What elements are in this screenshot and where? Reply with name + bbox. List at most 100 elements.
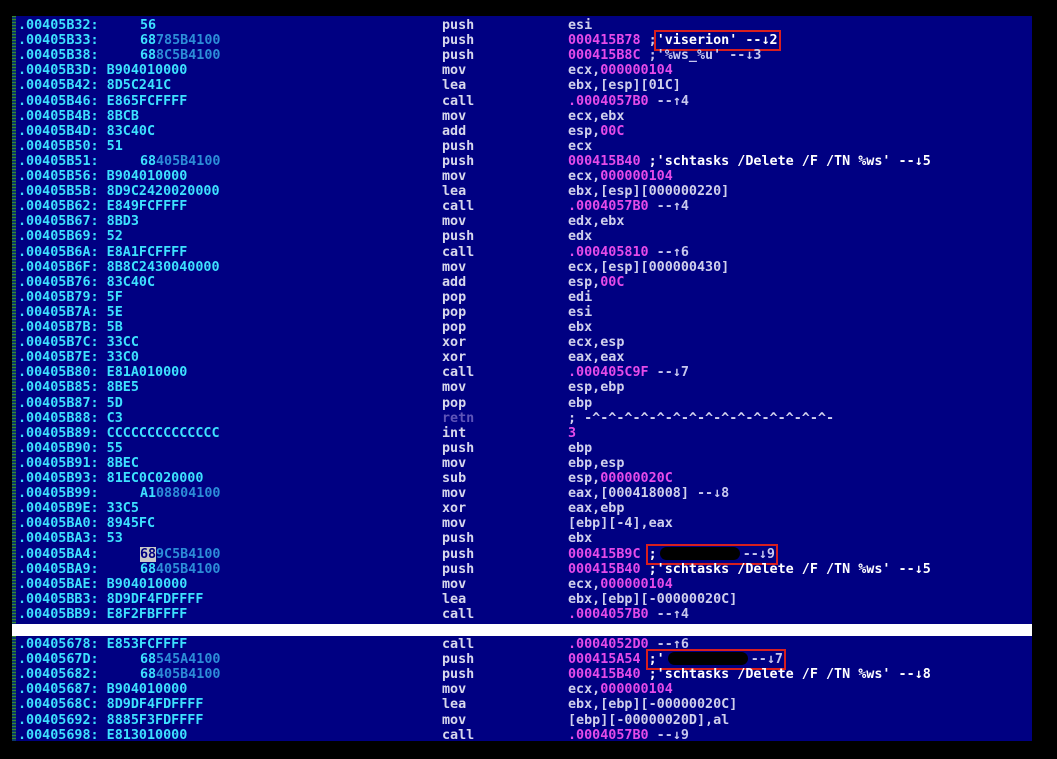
operands: eax,ebp [568, 501, 624, 516]
disasm-row[interactable]: .00405B91: 8BEC mov ebp,esp [12, 456, 1032, 471]
operand-part: 00C [600, 124, 624, 139]
operand-part: edx,ebx [568, 214, 624, 229]
disasm-row[interactable]: .00405B7E: 33C0 xor eax,eax [12, 350, 1032, 365]
disasm-row[interactable]: .00405B50: 51 push ecx [12, 139, 1032, 154]
disasm-row[interactable]: .00405B7C: 33CC xor ecx,esp [12, 335, 1032, 350]
disasm-row[interactable]: .0040568C: 8D9DF4FDFFFF lea ebx,[ebp][-000… [12, 697, 1032, 712]
operand-part: ebx [568, 531, 592, 546]
operand-text: [ebp][-00000020D],al [568, 712, 730, 728]
opcode-byte[interactable]: 68 [140, 546, 157, 562]
disasm-row[interactable]: .00405B7A: 5E pop esi [12, 305, 1032, 320]
disasm-row[interactable]: .00405B38: 68 8C5B4100 push 000415B8C ;'%ws_… [12, 48, 1032, 63]
operands: eax,[000418008] --↓8 [568, 486, 729, 501]
disasm-row[interactable]: .00405BB9: E8F2FBFFFF call .0004057B0 --↑4 [12, 607, 1032, 622]
address-cell: .00405BA4: [18, 546, 99, 562]
address-cell: .00405B93: 81EC0C020000 [18, 471, 204, 486]
disasm-row[interactable]: .00405B56: B904010000 mov ecx,000000104 [12, 169, 1032, 184]
disasm-row[interactable]: .00405B7B: 5B pop ebx [12, 320, 1032, 335]
disasm-row[interactable]: .00405B69: 52 push edx [12, 229, 1032, 244]
operands: 3 [568, 426, 576, 441]
mnemonic: mov [442, 214, 467, 230]
operand-part: .000405C9F [568, 365, 649, 380]
operand-text: ecx, [568, 169, 601, 184]
operand-part: 000415B40 [568, 667, 641, 682]
operand-part: ;'%ws_%u' --↓3 [641, 48, 762, 63]
operands: ebx,[esp][01C] [568, 78, 681, 93]
mnemonic: call [442, 244, 475, 260]
operand-text: ebp [568, 395, 593, 411]
panel-divider[interactable] [12, 624, 1032, 636]
disasm-row[interactable]: .00405B5B: 8D9C2420020000 lea ebx,[esp][00… [12, 184, 1032, 199]
operand-part: eax,ebp [568, 501, 624, 516]
mnemonic: call [442, 93, 475, 109]
mnemonic: push [442, 531, 475, 547]
address-cell: .00405B42: 8D5C241C [18, 78, 172, 94]
disassembly-panel-bottom[interactable]: .00405678: E853FCFFFF call .0004052D0 --↑6… [12, 636, 1032, 741]
operands: esp,00000020C [568, 471, 673, 486]
string-reference-highlight[interactable]: ;' --↓7 [645, 649, 787, 671]
disasm-row[interactable]: .00405B79: 5F pop edi [12, 290, 1032, 305]
disasm-row[interactable]: .00405B88: C3 retn ; -^-^-^-^-^-^-^-^-^-^-… [12, 411, 1032, 426]
disasm-row[interactable]: .00405B9E: 33C5 xor eax,ebp [12, 501, 1032, 516]
disasm-row[interactable]: .00405B85: 8BE5 mov esp,ebp [12, 380, 1032, 395]
disasm-row[interactable]: .00405BA4: 68 9C5B4100 push 000415B9C ; --↓9 [12, 543, 1032, 565]
mnemonic: push [442, 546, 475, 562]
operands: ebx [568, 531, 592, 546]
operands: edx [568, 229, 592, 244]
disasm-row[interactable]: .00405682: 68 405B4100 push 000415B40 ;'scht… [12, 667, 1032, 682]
disasm-row[interactable]: .00405B46: E865FCFFFF call .0004057B0 --↑4 [12, 94, 1032, 109]
disasm-row[interactable]: .00405B4B: 8BCB mov ecx,ebx [12, 109, 1032, 124]
address-cell: .00405B91: 8BEC [18, 455, 139, 471]
disasm-row[interactable]: .00405B42: 8D5C241C lea ebx,[esp][01C] [12, 78, 1032, 93]
mnemonic: mov [442, 712, 467, 728]
operand-text: ebx,[ebp][-00000020C] [568, 697, 738, 713]
disasm-row[interactable]: .00405B33: 68 785B4100 push 000415B78 ;'vise… [12, 30, 1032, 52]
disasm-row[interactable]: .00405B76: 83C40C add esp,00C [12, 275, 1032, 290]
disasm-row[interactable]: .00405B62: E849FCFFFF call .0004057B0 --↑4 [12, 199, 1032, 214]
operand-text: 000415B9C [568, 546, 641, 562]
disasm-row[interactable]: .00405BAE: B904010000 mov ecx,000000104 [12, 577, 1032, 592]
disasm-row[interactable]: .00405698: E813010000 call .0004057B0 --↓9 [12, 728, 1032, 741]
disasm-row[interactable]: .00405687: B904010000 mov ecx,000000104 [12, 682, 1032, 697]
operands: ecx,esp [568, 335, 624, 350]
disasm-row[interactable]: .00405B51: 68 405B4100 push 000415B40 ;'scht… [12, 154, 1032, 169]
disasm-row[interactable]: .00405BB3: 8D9DF4FDFFFF lea ebx,[ebp][-000… [12, 592, 1032, 607]
disasm-row[interactable]: .00405B4D: 83C40C add esp,00C [12, 124, 1032, 139]
disassembly-panel-top[interactable]: .00405B32: 56 push esi .00405B33: 68 785B4100 p… [12, 16, 1032, 624]
disasm-row[interactable]: .00405B3D: B904010000 mov ecx,000000104 [12, 63, 1032, 78]
disasm-row[interactable]: .00405678: E853FCFFFF call .0004052D0 --↑6 [12, 637, 1032, 652]
disasm-row[interactable]: .0040567D: 68 545A4100 push 000415A54 ;' --↓7 [12, 649, 1032, 671]
operand-part: ; [641, 33, 657, 48]
address-cell: .00405B5B: 8D9C2420020000 [18, 184, 220, 200]
disasm-row[interactable]: .00405B93: 81EC0C020000 sub esp,00000020C [12, 471, 1032, 486]
disasm-row[interactable]: .00405692: 8885F3FDFFFF mov [ebp][-0000002… [12, 713, 1032, 728]
disasm-row[interactable]: .00405BA9: 68 405B4100 push 000415B40 ;'scht… [12, 562, 1032, 577]
operands: ebp [568, 441, 592, 456]
operand-part: ;'schtasks /Delete /F /TN %ws' --↓5 [641, 562, 931, 577]
disasm-row[interactable]: .00405B6A: E8A1FCFFFF call .000405810 --↑6 [12, 245, 1032, 260]
address-cell: .00405B62: E849FCFFFF [18, 199, 188, 215]
operand-part: esi [568, 305, 592, 320]
disasm-row[interactable]: .00405B99: A1 08804100 mov eax,[000418008] -… [12, 486, 1032, 501]
disasm-row[interactable]: .00405B32: 56 push esi [12, 18, 1032, 33]
operands: 000415B9C ; --↓9 [568, 543, 778, 565]
operand-text: esi [568, 18, 593, 33]
operands: ecx,000000104 [568, 577, 673, 592]
disasm-row[interactable]: .00405B90: 55 push ebp [12, 441, 1032, 456]
operand-text: ;'schtasks /Delete /F /TN %ws' --↓8 [640, 667, 931, 683]
mnemonic: push [442, 153, 475, 169]
string-reference-highlight[interactable]: ; --↓9 [645, 543, 778, 565]
disasm-row[interactable]: .00405B89: CCCCCCCCCCCCCC int 3 [12, 426, 1032, 441]
string-reference-highlight[interactable]: 'viserion' --↓2 [653, 30, 781, 52]
disasm-row[interactable]: .00405B80: E81A010000 call .000405C9F --↓7 [12, 365, 1032, 380]
disasm-row[interactable]: .00405B6F: 8B8C2430040000 mov ecx,[esp][00… [12, 260, 1032, 275]
operands: 000415A54 ;' --↓7 [568, 649, 787, 671]
address-cell: .00405B38: [18, 48, 99, 64]
disasm-row[interactable]: .00405B67: 8BD3 mov edx,ebx [12, 214, 1032, 229]
disasm-row[interactable]: .00405BA0: 8945FC mov [ebp][-4],eax [12, 516, 1032, 531]
operand-text: esp, [568, 123, 601, 139]
operands: esi [568, 305, 592, 320]
disasm-row[interactable]: .00405BA3: 53 push ebx [12, 531, 1032, 546]
operands: ecx,ebx [568, 109, 624, 124]
disasm-row[interactable]: .00405B87: 5D pop ebp [12, 396, 1032, 411]
